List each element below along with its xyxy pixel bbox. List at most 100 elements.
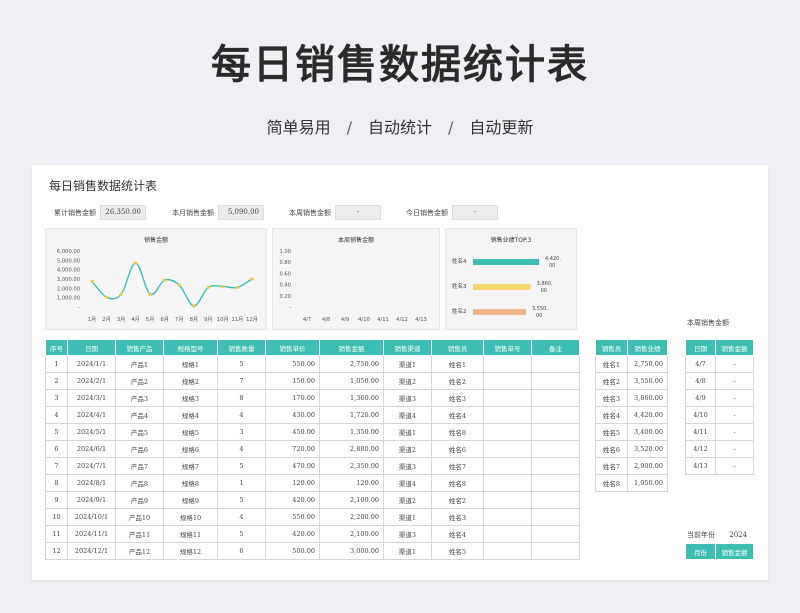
table-cell[interactable]: 6 [217, 542, 266, 560]
table-cell[interactable]: 产品1 [115, 355, 164, 373]
table-cell[interactable]: 2,200.00 [319, 508, 384, 526]
table-cell[interactable]: 姓名5 [595, 423, 628, 441]
table-cell[interactable]: 产品4 [115, 406, 164, 424]
table-cell[interactable] [483, 355, 532, 373]
current-year-value[interactable]: 2024 [729, 531, 747, 539]
table-cell[interactable]: 4 [45, 406, 68, 424]
table-cell[interactable] [483, 389, 532, 407]
column-header[interactable]: 销售金额 [715, 339, 754, 356]
column-header[interactable]: 销售产品 [115, 339, 164, 356]
table-cell[interactable]: 产品3 [115, 389, 164, 407]
table-cell[interactable]: 2024/3/1 [67, 389, 116, 407]
table-cell[interactable]: 姓名3 [431, 508, 484, 526]
table-cell[interactable]: 2024/11/1 [67, 525, 116, 543]
table-cell[interactable]: 2024/8/1 [67, 474, 116, 492]
table-cell[interactable]: 4 [217, 508, 266, 526]
table-cell[interactable] [531, 474, 580, 492]
table-cell[interactable]: 姓名1 [595, 355, 628, 373]
table-cell[interactable]: 2,350.00 [319, 457, 384, 475]
table-cell[interactable]: 产品5 [115, 423, 164, 441]
table-cell[interactable] [483, 508, 532, 526]
table-cell[interactable] [483, 542, 532, 560]
table-cell[interactable]: 500.00 [265, 542, 320, 560]
table-cell[interactable]: 姓名8 [431, 423, 484, 441]
table-cell[interactable]: 3,550.00 [627, 372, 668, 390]
table-cell[interactable]: 9 [45, 491, 68, 509]
table-cell[interactable]: 4,420.00 [627, 406, 668, 424]
table-cell[interactable]: 渠道3 [383, 389, 432, 407]
table-cell[interactable]: 姓名2 [431, 372, 484, 390]
table-cell[interactable]: 产品9 [115, 491, 164, 509]
table-cell[interactable]: 4 [217, 440, 266, 458]
table-cell[interactable]: 8 [45, 474, 68, 492]
table-cell[interactable]: 7 [217, 372, 266, 390]
table-cell[interactable]: 姓名4 [431, 525, 484, 543]
table-cell[interactable]: - [715, 440, 754, 458]
table-cell[interactable]: 规格10 [163, 508, 218, 526]
table-cell[interactable]: 2024/5/1 [67, 423, 116, 441]
table-cell[interactable]: 4/7 [685, 355, 716, 373]
table-cell[interactable]: 规格2 [163, 372, 218, 390]
table-cell[interactable]: 5 [217, 491, 266, 509]
table-cell[interactable]: 1 [45, 355, 68, 373]
table-cell[interactable]: 2024/10/1 [67, 508, 116, 526]
table-cell[interactable]: 1,950.00 [627, 474, 668, 492]
table-cell[interactable]: 2,880.00 [319, 440, 384, 458]
table-cell[interactable] [531, 423, 580, 441]
table-cell[interactable]: 2024/7/1 [67, 457, 116, 475]
table-cell[interactable]: 3,860.00 [627, 389, 668, 407]
table-cell[interactable] [483, 457, 532, 475]
table-cell[interactable]: 规格8 [163, 474, 218, 492]
table-cell[interactable]: 姓名6 [431, 440, 484, 458]
table-cell[interactable]: 3,400.00 [627, 423, 668, 441]
table-cell[interactable]: 产品10 [115, 508, 164, 526]
table-cell[interactable]: 4/8 [685, 372, 716, 390]
table-cell[interactable]: 产品2 [115, 372, 164, 390]
table-cell[interactable]: 2024/12/1 [67, 542, 116, 560]
table-cell[interactable]: 渠道2 [383, 372, 432, 390]
column-header[interactable]: 规格型号 [163, 339, 218, 356]
kpi-value[interactable]: 26,350.00 [100, 205, 146, 220]
table-cell[interactable] [531, 355, 580, 373]
table-cell[interactable]: 姓名8 [595, 474, 628, 492]
table-cell[interactable]: 430.00 [265, 406, 320, 424]
table-cell[interactable]: 150.00 [265, 372, 320, 390]
column-header[interactable]: 销售渠道 [383, 339, 432, 356]
table-cell[interactable]: 2024/4/1 [67, 406, 116, 424]
table-cell[interactable]: 渠道1 [383, 423, 432, 441]
table-cell[interactable]: 姓名3 [595, 389, 628, 407]
table-cell[interactable]: 姓名4 [431, 406, 484, 424]
table-cell[interactable]: 姓名5 [431, 542, 484, 560]
table-cell[interactable]: - [715, 406, 754, 424]
table-cell[interactable] [531, 542, 580, 560]
table-cell[interactable]: 4/9 [685, 389, 716, 407]
table-cell[interactable]: 120.00 [265, 474, 320, 492]
table-cell[interactable]: 2,750.00 [627, 355, 668, 373]
table-cell[interactable]: 4 [217, 406, 266, 424]
table-cell[interactable]: 550.00 [265, 355, 320, 373]
table-cell[interactable]: 2 [45, 372, 68, 390]
table-cell[interactable]: 姓名2 [595, 372, 628, 390]
table-cell[interactable]: 3 [217, 423, 266, 441]
table-cell[interactable]: - [715, 372, 754, 390]
table-cell[interactable]: 规格4 [163, 406, 218, 424]
table-cell[interactable] [483, 491, 532, 509]
table-cell[interactable]: 1,360.00 [319, 389, 384, 407]
table-cell[interactable]: 产品11 [115, 525, 164, 543]
table-cell[interactable]: 2,100.00 [319, 525, 384, 543]
table-cell[interactable] [531, 525, 580, 543]
table-cell[interactable]: 420.00 [265, 491, 320, 509]
table-cell[interactable]: 5 [217, 525, 266, 543]
table-cell[interactable]: 2,900.00 [627, 457, 668, 475]
table-cell[interactable]: 10 [45, 508, 68, 526]
column-header[interactable]: 序号 [45, 339, 68, 356]
column-header[interactable]: 销售员 [595, 339, 628, 356]
table-cell[interactable]: 4/10 [685, 406, 716, 424]
table-cell[interactable]: 姓名2 [431, 491, 484, 509]
table-cell[interactable] [483, 525, 532, 543]
table-cell[interactable]: 规格3 [163, 389, 218, 407]
table-cell[interactable]: 5 [217, 355, 266, 373]
table-cell[interactable]: 3,520.00 [627, 440, 668, 458]
table-cell[interactable]: 720.00 [265, 440, 320, 458]
column-header[interactable]: 日期 [685, 339, 716, 356]
